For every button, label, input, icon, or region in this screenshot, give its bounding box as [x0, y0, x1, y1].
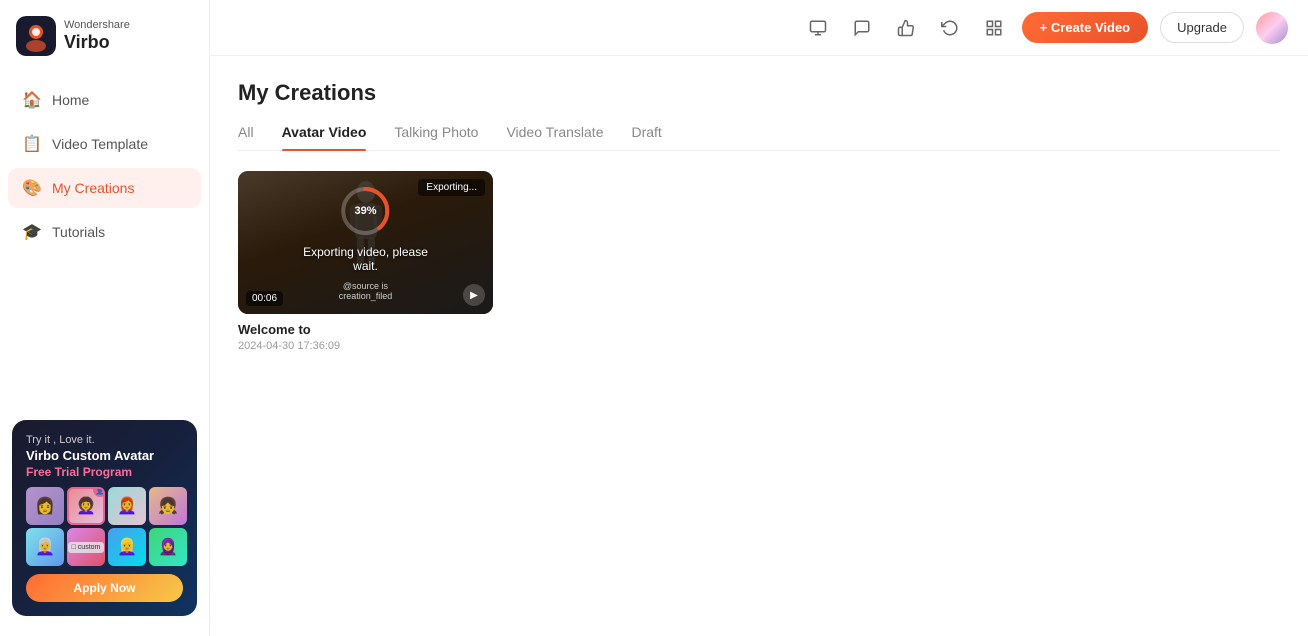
sidebar-item-tutorials[interactable]: 🎓 Tutorials	[8, 212, 201, 252]
export-subtext: @source iscreation_filed	[339, 281, 393, 301]
page-title: My Creations	[238, 80, 1280, 106]
promo-avatars: 👩 👩‍🦱 👤 👩‍🦰 👧 👩‍🦳 □ custom	[26, 487, 183, 566]
sidebar-item-my-creations-label: My Creations	[52, 180, 134, 196]
export-text: Exporting video, please wait.	[302, 245, 430, 273]
chat-icon-btn[interactable]	[846, 12, 878, 44]
thumbs-up-icon-btn[interactable]	[890, 12, 922, 44]
nav-items: 🏠 Home 📋 Video Template 🎨 My Creations 🎓…	[0, 72, 209, 408]
main-content: My Creations All Avatar Video Talking Ph…	[210, 56, 1308, 636]
sidebar-item-home[interactable]: 🏠 Home	[8, 80, 201, 120]
tab-draft[interactable]: Draft	[631, 124, 661, 150]
video-date: 2024-04-30 17:36:09	[238, 340, 493, 352]
tab-talking-photo[interactable]: Talking Photo	[394, 124, 478, 150]
promo-try-it: Try it , Love it.	[26, 434, 183, 446]
logo-area: Wondershare Virbo	[0, 0, 209, 72]
video-grid: Exporting... 39% Exporting video, please…	[238, 171, 1280, 352]
progress-ring: 39%	[340, 185, 392, 237]
promo-avatar-4: 👧	[149, 487, 187, 525]
promo-avatar-6: □ custom	[67, 528, 105, 566]
tab-avatar-video[interactable]: Avatar Video	[282, 124, 367, 150]
promo-card: Try it , Love it. Virbo Custom Avatar Fr…	[12, 420, 197, 616]
tab-video-translate[interactable]: Video Translate	[506, 124, 603, 150]
logo-text: Wondershare Virbo	[64, 19, 130, 54]
refresh-icon-btn[interactable]	[934, 12, 966, 44]
upgrade-button[interactable]: Upgrade	[1160, 12, 1244, 43]
video-play-button[interactable]: ▶	[463, 284, 485, 306]
sidebar-item-my-creations[interactable]: 🎨 My Creations	[8, 168, 201, 208]
video-card: Exporting... 39% Exporting video, please…	[238, 171, 493, 352]
video-thumbnail[interactable]: Exporting... 39% Exporting video, please…	[238, 171, 493, 314]
tabs: All Avatar Video Talking Photo Video Tra…	[238, 124, 1280, 151]
create-video-button[interactable]: + Create Video	[1022, 12, 1148, 43]
user-avatar[interactable]	[1256, 12, 1288, 44]
promo-avatar-1: 👩	[26, 487, 64, 525]
my-creations-icon: 🎨	[22, 178, 42, 198]
video-title: Welcome to	[238, 322, 493, 337]
promo-avatar-7: 👱‍♀️	[108, 528, 146, 566]
brand-top-label: Wondershare	[64, 19, 130, 32]
apply-now-button[interactable]: Apply Now	[26, 574, 183, 602]
header: + Create Video Upgrade	[210, 0, 1308, 56]
video-duration: 00:06	[246, 291, 283, 306]
promo-avatar-2: 👩‍🦱 👤	[67, 487, 105, 525]
brand-bottom-label: Virbo	[64, 32, 130, 54]
sidebar-item-video-template[interactable]: 📋 Video Template	[8, 124, 201, 164]
promo-title: Virbo Custom Avatar	[26, 448, 183, 463]
sidebar-bottom: Try it , Love it. Virbo Custom Avatar Fr…	[0, 408, 209, 628]
promo-avatar-8: 🧕	[149, 528, 187, 566]
video-template-icon: 📋	[22, 134, 42, 154]
sidebar-item-tutorials-label: Tutorials	[52, 224, 105, 240]
home-icon: 🏠	[22, 90, 42, 110]
tutorials-icon: 🎓	[22, 222, 42, 242]
sidebar-item-video-template-label: Video Template	[52, 136, 148, 152]
tab-all[interactable]: All	[238, 124, 254, 150]
promo-avatar-3: 👩‍🦰	[108, 487, 146, 525]
sidebar-item-home-label: Home	[52, 92, 89, 108]
grid-icon-btn[interactable]	[978, 12, 1010, 44]
progress-percent: 39%	[354, 205, 376, 217]
sidebar: Wondershare Virbo 🏠 Home 📋 Video Templat…	[0, 0, 210, 636]
monitor-icon-btn[interactable]	[802, 12, 834, 44]
promo-avatar-5: 👩‍🦳	[26, 528, 64, 566]
progress-overlay: 39% Exporting video, please wait. @sourc…	[302, 185, 430, 301]
logo-icon	[16, 16, 56, 56]
promo-subtitle: Free Trial Program	[26, 465, 183, 479]
